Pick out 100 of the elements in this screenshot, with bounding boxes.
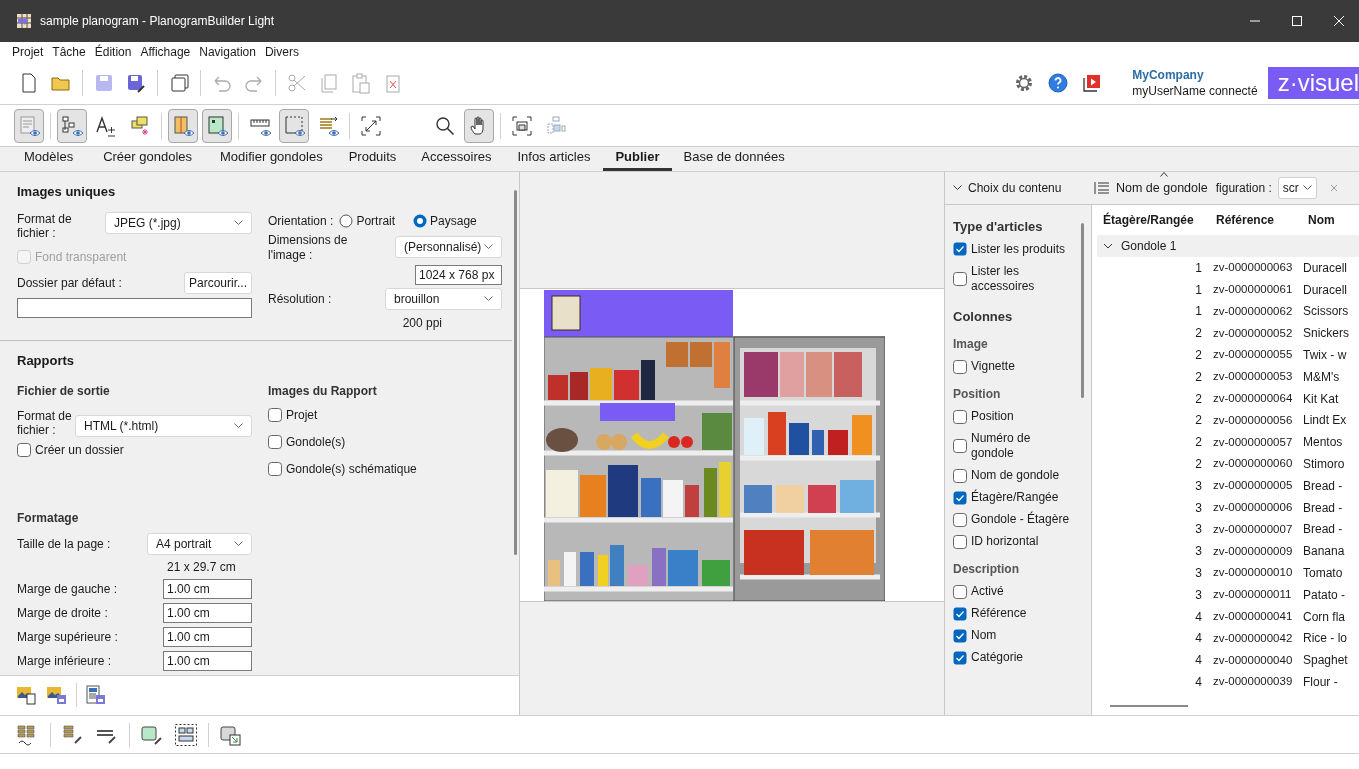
frame-view-button[interactable] bbox=[279, 108, 309, 143]
radio-label: Paysage bbox=[430, 212, 477, 230]
tree-view-button[interactable] bbox=[57, 108, 87, 143]
size-input[interactable]: 1024 x 768 px bbox=[415, 264, 502, 285]
door-panel-button[interactable] bbox=[168, 108, 198, 143]
checkbox-checked[interactable] bbox=[953, 606, 967, 621]
menu-item[interactable]: Affichage bbox=[140, 43, 191, 61]
margin-input[interactable]: 1.00 cm bbox=[163, 603, 252, 623]
tab[interactable]: Infos articles bbox=[504, 146, 604, 171]
subsection-title: Fichier de sortie bbox=[17, 383, 111, 400]
tab[interactable]: Produits bbox=[336, 146, 409, 171]
report-format-dropdown[interactable]: HTML (*.html) bbox=[75, 415, 252, 437]
file-format-dropdown[interactable]: JPEG (*.jpg) bbox=[105, 211, 252, 234]
field-label: Marge inférieure : bbox=[17, 653, 113, 670]
hand-button[interactable] bbox=[464, 108, 494, 143]
menu-item[interactable]: Tâche bbox=[52, 43, 86, 61]
scrollbar-thumb[interactable] bbox=[1081, 223, 1084, 398]
resolution-value: 200 ppi bbox=[402, 314, 442, 332]
scrollbar-thumb[interactable] bbox=[1110, 705, 1188, 707]
tab[interactable]: Créer gondoles bbox=[89, 146, 207, 171]
group-row[interactable]: Gondole 1 bbox=[1121, 237, 1177, 255]
checkbox-checked[interactable] bbox=[953, 490, 967, 505]
table-cell-text: Bread - bbox=[1302, 499, 1344, 517]
chevron-down-icon[interactable] bbox=[1103, 242, 1113, 250]
table-cell-text: 3 bbox=[1194, 586, 1203, 604]
table-cell-text: zv-0000000055 bbox=[1212, 347, 1294, 363]
resolution-dropdown[interactable]: brouillon bbox=[385, 287, 502, 310]
tab[interactable]: Base de données bbox=[671, 146, 797, 171]
chevron-down-icon bbox=[234, 423, 243, 429]
table-cell-text: 4 bbox=[1194, 608, 1203, 626]
menu-item[interactable]: Édition bbox=[94, 43, 132, 61]
table-cell-text: 2 bbox=[1194, 434, 1203, 452]
checkbox[interactable] bbox=[953, 409, 967, 424]
checkbox[interactable] bbox=[953, 359, 967, 374]
radio-button[interactable] bbox=[339, 213, 354, 228]
table-cell-text: Patato - bbox=[1302, 586, 1347, 604]
radio-button[interactable] bbox=[413, 213, 428, 228]
checkbox-checked[interactable] bbox=[953, 242, 967, 256]
margin-input[interactable]: 1.00 cm bbox=[163, 627, 252, 647]
checkbox[interactable] bbox=[953, 439, 967, 453]
checkbox[interactable] bbox=[17, 443, 31, 457]
app-icon bbox=[16, 13, 32, 29]
chevron-down-icon bbox=[234, 541, 243, 547]
margin-input[interactable]: 1.00 cm bbox=[163, 579, 252, 599]
configuration-dropdown[interactable]: scr bbox=[1277, 177, 1317, 199]
page-size-dropdown[interactable]: A4 portrait bbox=[147, 533, 252, 555]
table-cell-text: zv-0000000041 bbox=[1212, 609, 1294, 624]
checkbox[interactable] bbox=[268, 435, 282, 449]
group-heading: Colonnes bbox=[953, 307, 1014, 326]
table-cell-text: Kit Kat bbox=[1302, 390, 1340, 408]
text-add-icon bbox=[95, 114, 117, 137]
checkbox-label: Gondole(s) bbox=[286, 434, 346, 451]
table-cell-text: Scissors bbox=[1302, 303, 1350, 321]
tree-view-icon bbox=[61, 114, 83, 137]
menu-item[interactable]: Divers bbox=[264, 43, 299, 61]
video-icon[interactable] bbox=[1082, 73, 1103, 93]
checkbox[interactable] bbox=[953, 468, 967, 483]
group-by-header[interactable]: Nom de gondole bbox=[1116, 178, 1208, 198]
tab[interactable]: Accessoires bbox=[408, 146, 505, 171]
folder-input[interactable] bbox=[17, 297, 252, 318]
checkbox-label: Référence bbox=[971, 606, 1028, 621]
checkbox[interactable] bbox=[268, 408, 282, 422]
tab[interactable]: Modèles bbox=[8, 146, 90, 171]
browse-button[interactable]: Parcourir... bbox=[183, 271, 252, 294]
report-save-icon[interactable] bbox=[85, 683, 107, 706]
margin-input[interactable]: 1.00 cm bbox=[163, 651, 252, 671]
settings-icon[interactable] bbox=[1014, 73, 1035, 93]
menu-item[interactable]: Navigation bbox=[199, 43, 256, 61]
tab[interactable]: Modifier gondoles bbox=[206, 146, 337, 171]
help-icon[interactable] bbox=[1048, 73, 1069, 93]
checkbox[interactable] bbox=[268, 462, 282, 476]
table-cell-text: Corn fla bbox=[1302, 608, 1347, 626]
table-cell-text: Mentos bbox=[1302, 434, 1344, 452]
scrollbar-thumb[interactable] bbox=[514, 190, 517, 555]
field-label: Taille de la page : bbox=[17, 536, 112, 553]
checkbox-checked[interactable] bbox=[953, 628, 967, 643]
checkbox[interactable] bbox=[953, 534, 967, 549]
list-icon[interactable] bbox=[1094, 181, 1110, 195]
cabinet-button[interactable] bbox=[202, 108, 232, 143]
checkbox[interactable] bbox=[953, 512, 967, 527]
table-cell-text: 3 bbox=[1194, 543, 1203, 561]
column-header[interactable]: Étagère/Rangée bbox=[1097, 211, 1210, 229]
checkbox[interactable] bbox=[953, 584, 967, 599]
group-subheading: Image bbox=[953, 336, 989, 353]
table-cell-text: 1 bbox=[1194, 303, 1203, 321]
group-select-icon[interactable] bbox=[174, 722, 198, 747]
subsection-title: Images du Rapport bbox=[268, 383, 378, 400]
content-chooser-toggle[interactable]: Choix du contenu bbox=[953, 179, 1088, 197]
maximize-icon[interactable] bbox=[1291, 15, 1303, 27]
stacked-pages-icon[interactable] bbox=[168, 72, 190, 94]
checkbox-label: Vignette bbox=[971, 359, 1016, 374]
table-cell-text: Lindt Ex bbox=[1302, 412, 1348, 430]
dimensions-dropdown[interactable]: (Personnalisé) bbox=[395, 235, 502, 258]
checkbox[interactable] bbox=[953, 271, 967, 286]
save-as-icon[interactable] bbox=[125, 72, 147, 94]
menu-item[interactable]: Projet bbox=[12, 43, 44, 61]
checkbox-checked[interactable] bbox=[953, 650, 967, 665]
column-header[interactable]: Référence bbox=[1210, 211, 1302, 229]
column-header[interactable]: Nom bbox=[1302, 211, 1354, 229]
list-view-button[interactable] bbox=[14, 108, 44, 143]
